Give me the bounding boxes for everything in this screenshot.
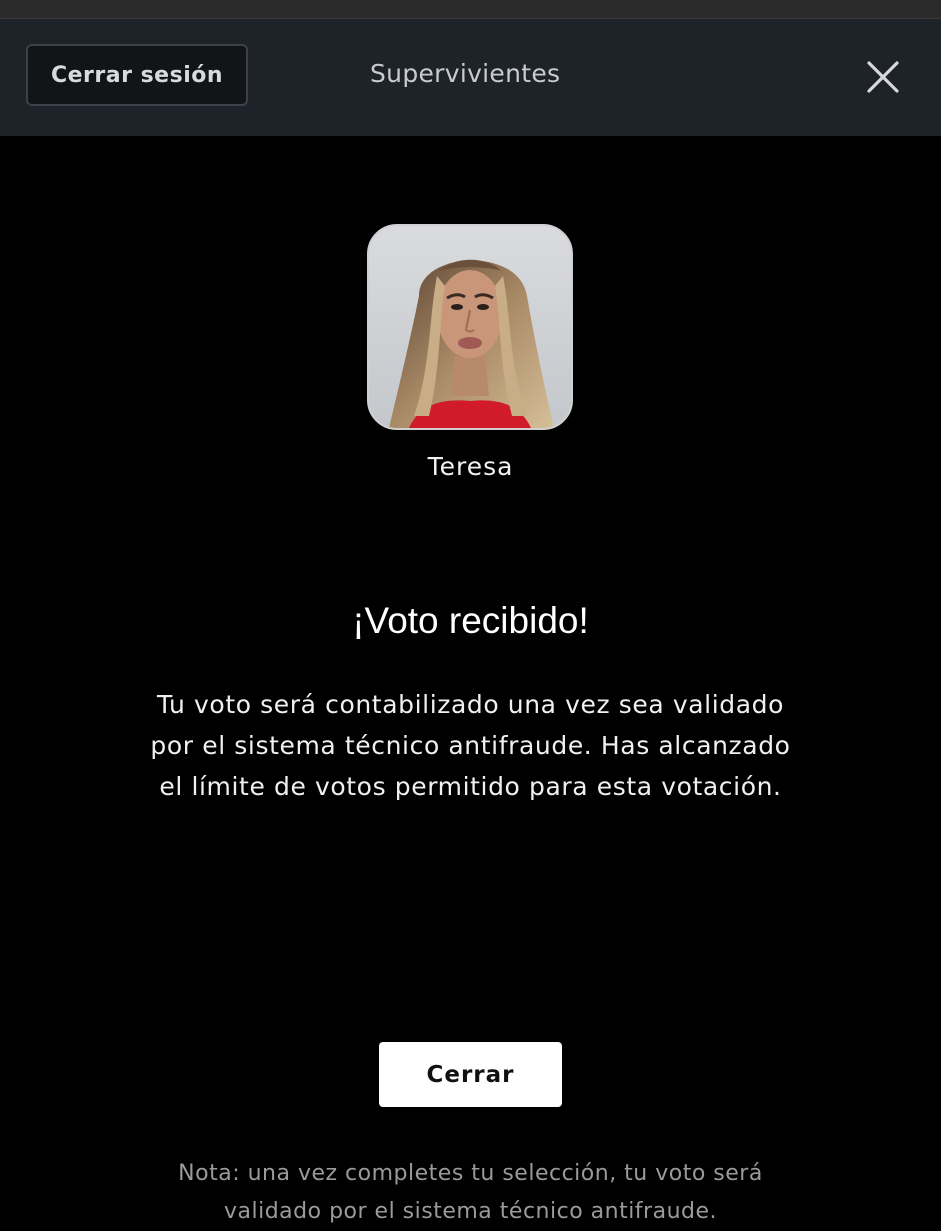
contestant-avatar [367,224,573,430]
page-title: Supervivientes [370,59,561,88]
contestant-name: Teresa [427,452,514,481]
app-header: Cerrar sesión Supervivientes [0,19,941,136]
logout-button[interactable]: Cerrar sesión [26,44,248,106]
system-top-bar [0,0,941,19]
confirmation-message: Tu voto será contabilizado una vez sea v… [150,690,791,801]
close-button[interactable]: Cerrar [379,1042,562,1107]
note-text: Nota: una vez completes tu selección, tu… [178,1161,763,1224]
close-icon[interactable] [864,58,902,96]
confirmation-title: ¡Voto recibido! [352,600,589,641]
